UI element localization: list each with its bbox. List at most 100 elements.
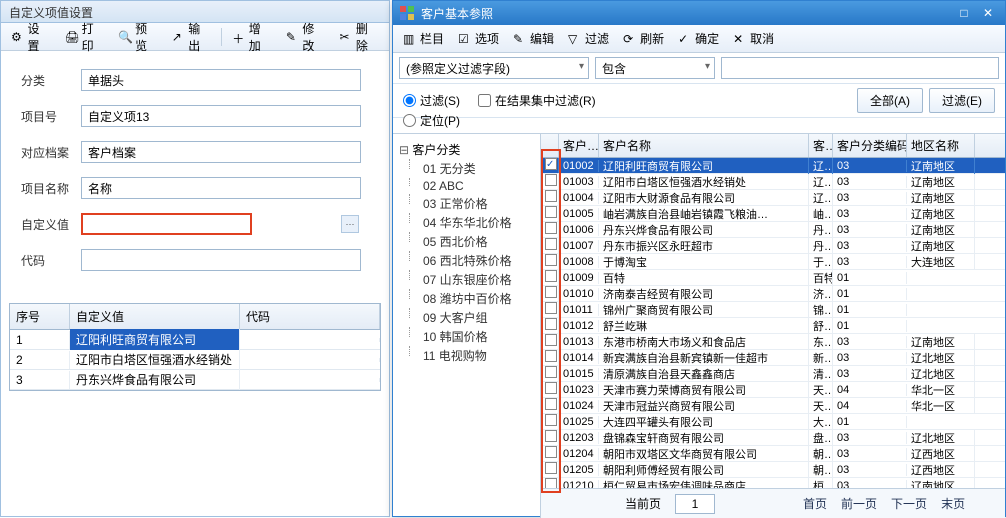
filter-op-combo[interactable]: 包含 — [595, 57, 715, 79]
edit-button[interactable]: ✎编辑 — [507, 27, 560, 50]
col-value[interactable]: 自定义值 — [70, 304, 240, 329]
refresh-button[interactable]: ⟳刷新 — [617, 27, 670, 50]
options-button[interactable]: ☑选项 — [452, 27, 505, 50]
table-row[interactable]: 01006丹东兴烨食品有限公司丹…03辽南地区 — [541, 222, 1005, 238]
table-row[interactable]: 01007丹东市振兴区永旺超市丹…03辽南地区 — [541, 238, 1005, 254]
category-tree[interactable]: 客户分类 01 无分类02 ABC03 正常价格04 华东华北价格05 西北价格… — [393, 134, 541, 518]
columns-button[interactable]: ▥栏目 — [397, 27, 450, 50]
export-button[interactable]: ↗输出 — [166, 17, 218, 57]
table-row[interactable]: 01013东港市桥南大市场义和食品店东…03辽南地区 — [541, 334, 1005, 350]
category-input[interactable] — [81, 69, 361, 91]
col-customer-name[interactable]: 客户名称 — [599, 134, 809, 157]
tree-root[interactable]: 客户分类 — [397, 140, 536, 159]
add-button[interactable]: ＋增加 — [226, 17, 278, 57]
table-row[interactable]: 01024天津市冠益兴商贸有限公司天…04华北一区 — [541, 398, 1005, 414]
table-row[interactable]: 01204朝阳市双塔区文华商贸有限公司朝…03辽西地区 — [541, 446, 1005, 462]
code-input[interactable] — [81, 249, 361, 271]
col-region[interactable]: 地区名称 — [907, 134, 975, 157]
prev-page[interactable]: 前一页 — [841, 495, 877, 512]
tree-item[interactable]: 01 无分类 — [397, 159, 536, 178]
last-page[interactable]: 末页 — [941, 495, 965, 512]
col-no[interactable]: 序号 — [10, 304, 70, 329]
tree-item[interactable]: 02 ABC — [397, 178, 536, 194]
row-checkbox[interactable] — [545, 430, 557, 442]
row-checkbox[interactable] — [545, 414, 557, 426]
close-button[interactable]: ✕ — [977, 4, 999, 22]
col-code[interactable]: 代码 — [240, 304, 380, 329]
row-checkbox[interactable] — [545, 238, 557, 250]
project-name-input[interactable] — [81, 177, 361, 199]
row-checkbox[interactable] — [545, 254, 557, 266]
row-checkbox[interactable] — [545, 398, 557, 410]
row-checkbox[interactable] — [545, 302, 557, 314]
table-row[interactable]: 1辽阳利旺商贸有限公司 — [10, 330, 380, 350]
tree-item[interactable]: 05 西北价格 — [397, 232, 536, 251]
row-checkbox[interactable] — [545, 270, 557, 282]
cancel-button[interactable]: ✕取消 — [727, 27, 780, 50]
col-check[interactable] — [541, 134, 559, 157]
table-row[interactable]: 01205朝阳利师傅经贸有限公司朝…03辽西地区 — [541, 462, 1005, 478]
next-page[interactable]: 下一页 — [891, 495, 927, 512]
table-row[interactable]: 3丹东兴烨食品有限公司 — [10, 370, 380, 390]
tree-item[interactable]: 10 韩国价格 — [397, 327, 536, 346]
tree-item[interactable]: 07 山东银座价格 — [397, 270, 536, 289]
tree-item[interactable]: 06 西北特殊价格 — [397, 251, 536, 270]
table-row[interactable]: 01008于博淘宝于…03大连地区 — [541, 254, 1005, 270]
row-checkbox[interactable] — [545, 206, 557, 218]
first-page[interactable]: 首页 — [803, 495, 827, 512]
filter-button[interactable]: ▽过滤 — [562, 27, 615, 50]
row-checkbox[interactable] — [545, 158, 557, 170]
table-row[interactable]: 2辽阳市白塔区恒强酒水经销处 — [10, 350, 380, 370]
table-row[interactable]: 01010济南泰吉经贸有限公司济…01 — [541, 286, 1005, 302]
table-row[interactable]: 01004辽阳市大财源食品有限公司辽…03辽南地区 — [541, 190, 1005, 206]
settings-button[interactable]: ⚙设置 — [5, 17, 57, 57]
tree-item[interactable]: 03 正常价格 — [397, 194, 536, 213]
col-customer-code[interactable]: 客户… — [559, 134, 599, 157]
archive-input[interactable] — [81, 141, 361, 163]
do-filter-button[interactable]: 过滤(E) — [929, 88, 995, 113]
row-checkbox[interactable] — [545, 350, 557, 362]
filter-value-input[interactable] — [721, 57, 999, 79]
row-checkbox[interactable] — [545, 478, 557, 488]
row-checkbox[interactable] — [545, 382, 557, 394]
preview-button[interactable]: 🔍预览 — [112, 17, 164, 57]
all-button[interactable]: 全部(A) — [857, 88, 923, 113]
table-row[interactable]: 01002辽阳利旺商贸有限公司辽…03辽南地区 — [541, 158, 1005, 174]
row-checkbox[interactable] — [545, 190, 557, 202]
row-checkbox[interactable] — [545, 286, 557, 298]
table-row[interactable]: 01025大连四平罐头有限公司大…01 — [541, 414, 1005, 430]
table-row[interactable]: 01014新宾满族自治县新宾镇新一佳超市新…03辽北地区 — [541, 350, 1005, 366]
chk-in-result[interactable]: 在结果集中过滤(R) — [478, 92, 596, 109]
col-abbr[interactable]: 客… — [809, 134, 833, 157]
print-button[interactable]: 🖨打印 — [59, 17, 111, 57]
edit-button[interactable]: ✎修改 — [280, 17, 332, 57]
picker-button[interactable]: ⋯ — [341, 215, 359, 233]
table-row[interactable]: 01012舒兰屹琳舒…01 — [541, 318, 1005, 334]
row-checkbox[interactable] — [545, 334, 557, 346]
tree-item[interactable]: 08 潍坊中百价格 — [397, 289, 536, 308]
row-checkbox[interactable] — [545, 462, 557, 474]
row-checkbox[interactable] — [545, 222, 557, 234]
filter-field-combo[interactable]: (参照定义过滤字段) — [399, 57, 589, 79]
row-checkbox[interactable] — [545, 366, 557, 378]
table-row[interactable]: 01203盘锦森宝轩商贸有限公司盘…03辽北地区 — [541, 430, 1005, 446]
maximize-button[interactable]: □ — [953, 4, 975, 22]
table-row[interactable]: 01011锦州广聚商贸有限公司锦…01 — [541, 302, 1005, 318]
radio-filter[interactable]: 过滤(S) — [403, 92, 460, 109]
table-row[interactable]: 01210桓仁贸易市场宏伟调味品商店桓…03辽南地区 — [541, 478, 1005, 488]
table-row[interactable]: 01023天津市赛力荣博商贸有限公司天…04华北一区 — [541, 382, 1005, 398]
tree-item[interactable]: 11 电视购物 — [397, 346, 536, 365]
tree-item[interactable]: 09 大客户组 — [397, 308, 536, 327]
row-checkbox[interactable] — [545, 446, 557, 458]
table-row[interactable]: 01003辽阳市白塔区恒强酒水经销处辽…03辽南地区 — [541, 174, 1005, 190]
ok-button[interactable]: ✓确定 — [672, 27, 725, 50]
row-checkbox[interactable] — [545, 174, 557, 186]
tree-item[interactable]: 04 华东华北价格 — [397, 213, 536, 232]
row-checkbox[interactable] — [545, 318, 557, 330]
current-page-input[interactable] — [675, 494, 715, 514]
radio-locate[interactable]: 定位(P) — [403, 112, 460, 129]
project-no-input[interactable] — [81, 105, 361, 127]
col-class-code[interactable]: 客户分类编码 — [833, 134, 907, 157]
delete-button[interactable]: ✂删除 — [333, 17, 385, 57]
table-row[interactable]: 01005岫岩满族自治县岫岩镇霞飞粮油…岫…03辽南地区 — [541, 206, 1005, 222]
